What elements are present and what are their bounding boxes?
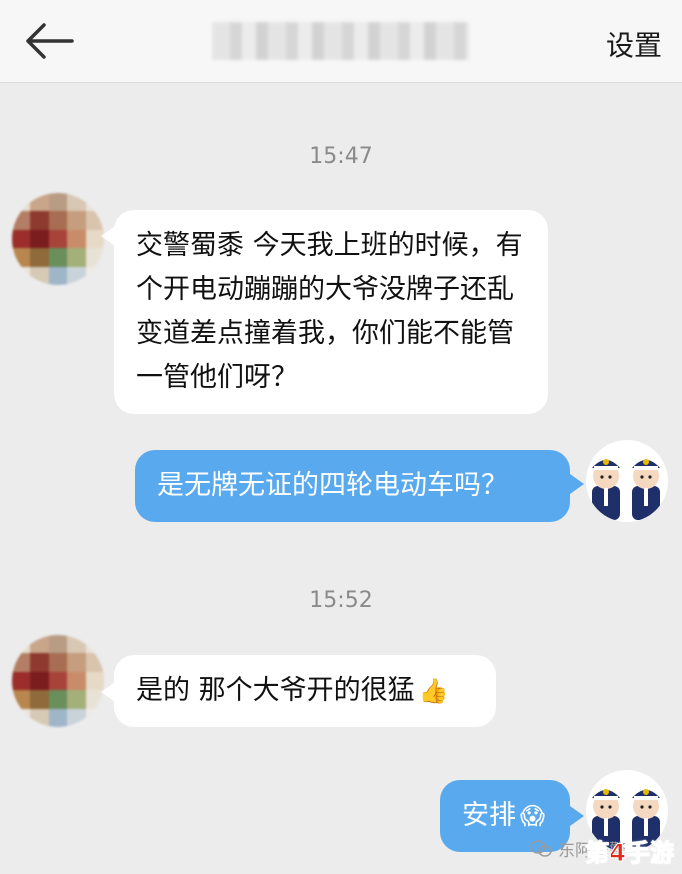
settings-button[interactable]: 设置 [606,24,662,64]
watermark-site: 第4手游 [585,839,675,868]
timestamp: 15:47 [309,144,373,169]
message-bubble-outgoing: 是无牌无证的四轮电动车吗？ [135,450,570,522]
message-text: 安排 [462,800,516,831]
back-arrow-icon [26,23,74,59]
thumbs-up-icon: 👍 [418,677,449,705]
message-text: 是的 那个大爷开的很猛 [136,675,415,706]
shocked-face-icon: 😱 [520,802,546,830]
police-avatar [586,440,668,522]
message-bubble-incoming: 是的 那个大爷开的很猛 👍 [114,655,496,727]
bubble-tail [570,474,584,494]
user-avatar-blurred [12,635,104,727]
user-avatar-blurred [12,193,104,285]
back-button[interactable] [18,18,78,64]
police-cartoon-icon [592,459,660,520]
bubble-tail [570,806,584,826]
message-bubble-incoming: 交警蜀黍 今天我上班的时候，有个开电动蹦蹦的大爷没牌子还乱变道差点撞着我，你们能… [114,210,548,414]
timestamp: 15:52 [309,588,373,613]
wechat-icon [530,839,552,857]
bubble-tail [101,226,115,246]
bubble-tail [101,682,115,702]
chat-title-blurred [212,22,470,60]
top-bar: 设置 [0,0,682,83]
